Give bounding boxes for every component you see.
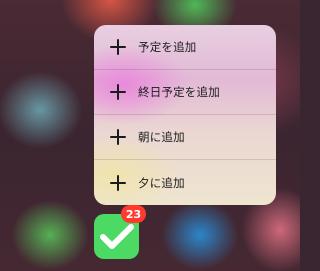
checkmark-icon: [99, 223, 134, 249]
quick-action-add-all-day-event[interactable]: 終日予定を追加: [94, 70, 276, 115]
quick-action-label: 予定を追加: [138, 40, 197, 54]
quick-action-add-event[interactable]: 予定を追加: [94, 25, 276, 70]
plus-icon: [94, 84, 138, 100]
quick-action-label: 夕に追加: [138, 175, 185, 190]
plus-icon: [94, 39, 138, 55]
plus-icon: [94, 174, 138, 191]
quick-action-add-morning[interactable]: 朝に追加: [94, 115, 276, 160]
quick-action-add-evening[interactable]: 夕に追加: [94, 160, 276, 205]
quick-actions-menu: 予定を追加 終日予定を追加 朝に追加 夕に追加: [94, 25, 276, 205]
quick-action-label: 終日予定を追加: [138, 85, 220, 99]
plus-icon: [94, 129, 138, 145]
quick-action-label: 朝に追加: [138, 130, 185, 144]
notification-badge: 23: [121, 205, 146, 223]
